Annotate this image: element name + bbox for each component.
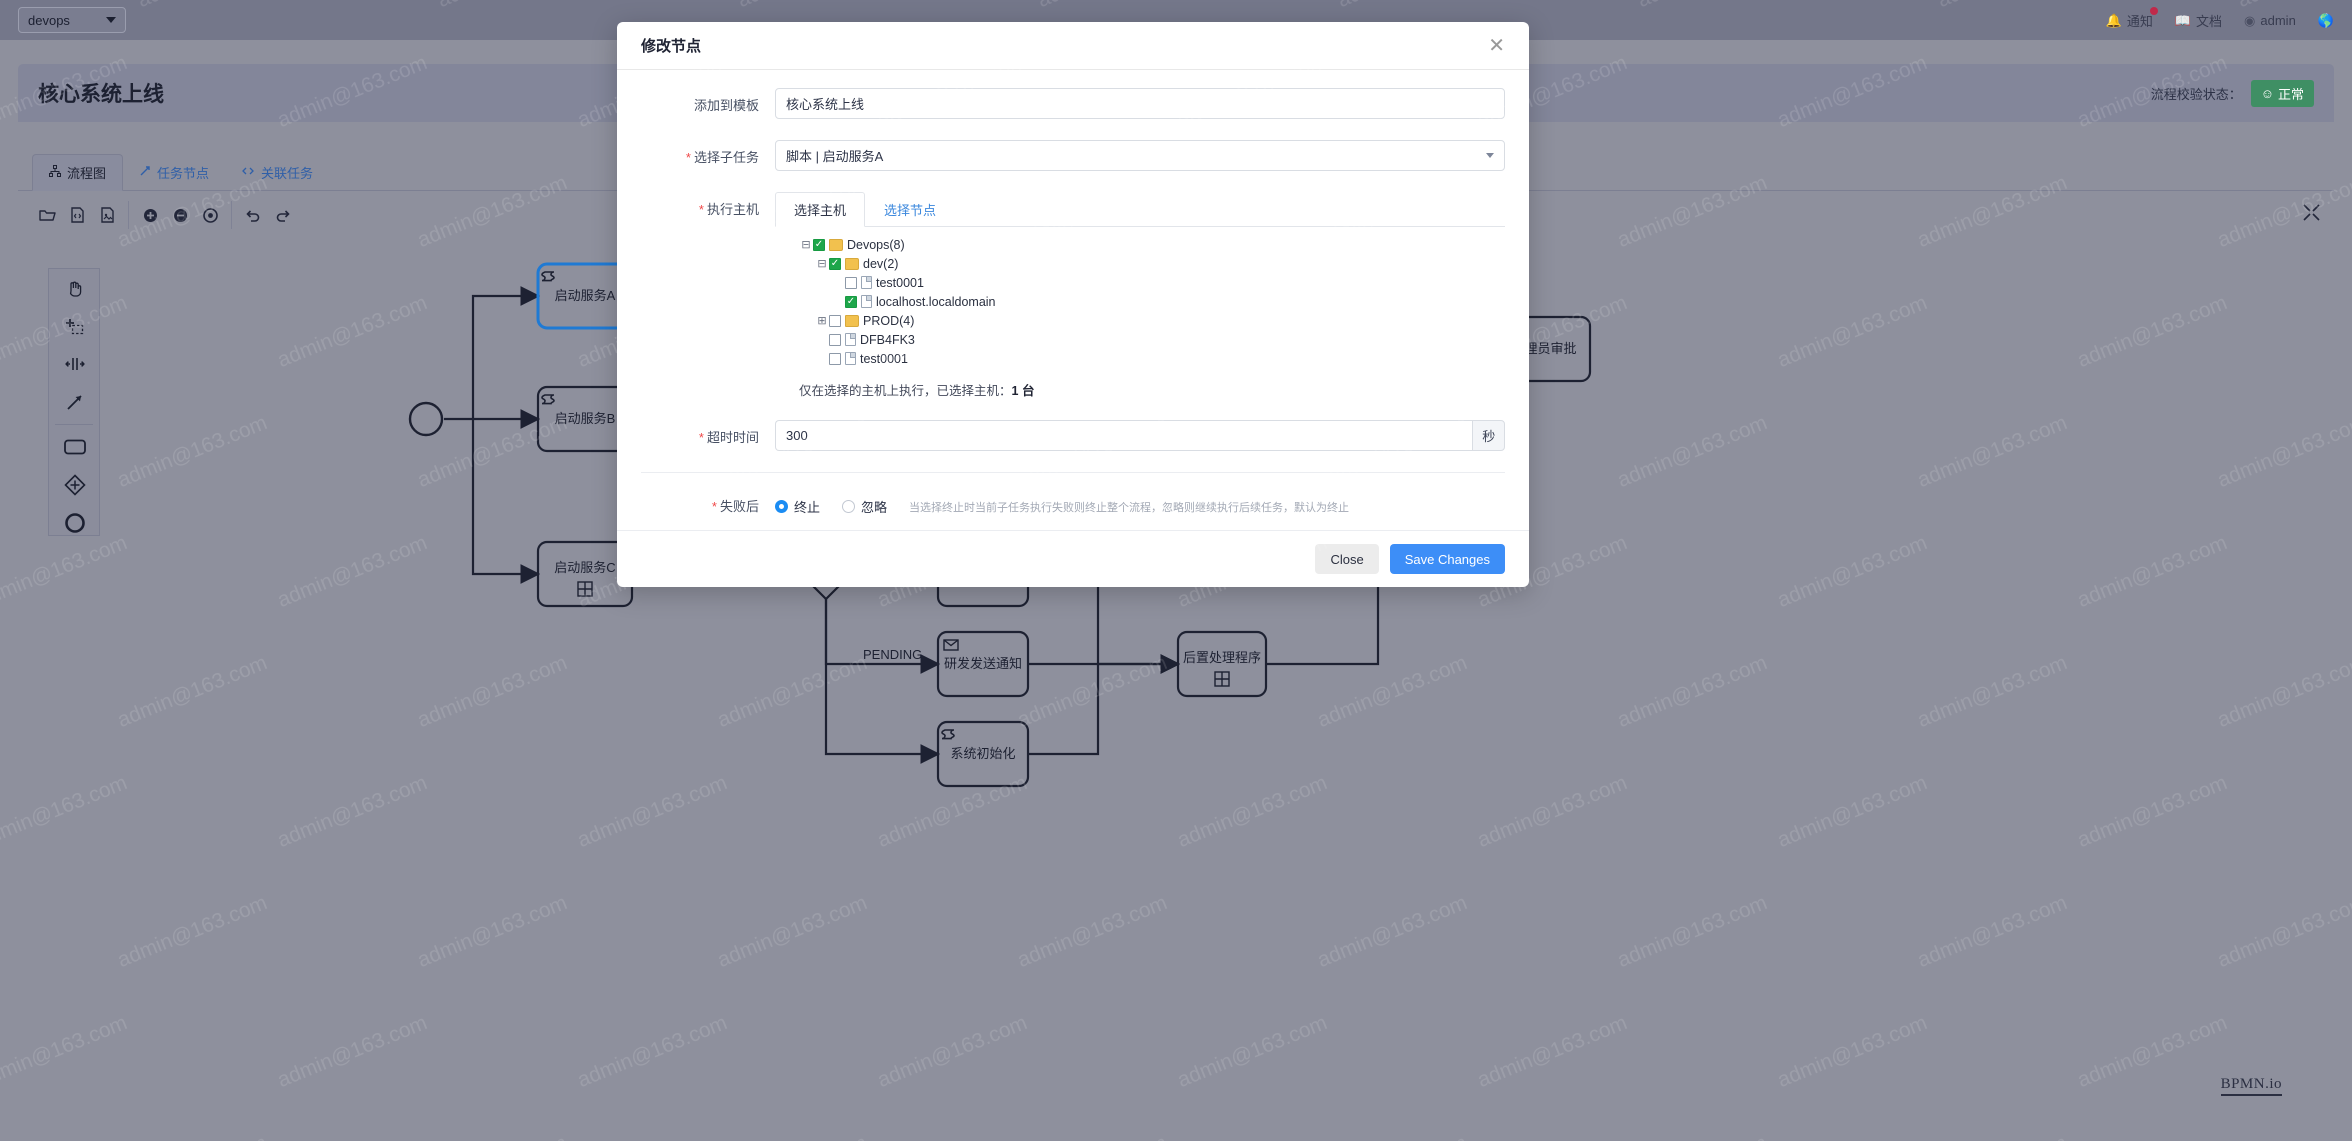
file-icon (845, 352, 856, 365)
timeout-input[interactable] (775, 420, 1472, 451)
tree-item[interactable]: DFB4FK3 (815, 332, 1505, 347)
file-icon (845, 333, 856, 346)
tree-item-label: PROD(4) (863, 314, 914, 328)
field-row-onfail: 失败后 终止 忽略 当选择终止时当前子任务执行失败则终止整个流程，忽略则 (617, 491, 1529, 516)
close-icon[interactable]: ✕ (1488, 36, 1505, 56)
host-note-count: 1 台 (1012, 384, 1035, 398)
subtask-select-value: 脚本 | 启动服务A (786, 146, 883, 165)
subtask-select[interactable]: 脚本 | 启动服务A (775, 140, 1505, 171)
application-root: devops 🔔 通知 📖 文档 ◉ admin 🌎 核心系统上线 (0, 0, 2352, 1141)
dialog-header: 修改节点 ✕ (617, 22, 1529, 70)
folder-icon (845, 258, 859, 270)
radio-terminate-dot (775, 500, 788, 513)
chevron-down-icon (1486, 153, 1494, 158)
file-icon (861, 276, 872, 289)
modal-overlay: 修改节点 ✕ 添加到模板 选择子任务 脚本 | 启动服务A (0, 0, 2352, 1141)
radio-terminate-label: 终止 (794, 497, 820, 516)
tree-item[interactable]: test0001 (815, 351, 1505, 366)
collapse-icon[interactable]: ⊟ (799, 238, 813, 251)
field-row-timeout: 超时时间 秒 (617, 420, 1529, 451)
section-divider (641, 472, 1505, 473)
tree-item-label: dev(2) (863, 257, 898, 271)
tree-item[interactable]: localhost.localdomain (831, 294, 1505, 309)
tree-item-label: test0001 (860, 352, 908, 366)
collapse-icon[interactable]: ⊟ (815, 257, 829, 270)
tree-checkbox[interactable] (845, 277, 857, 289)
tree-item-label: Devops(8) (847, 238, 905, 252)
tree-checkbox[interactable] (829, 258, 841, 270)
dialog-title: 修改节点 (641, 35, 701, 56)
expand-icon[interactable]: ⊞ (815, 314, 829, 327)
host-tab-bar: 选择主机 选择节点 (775, 192, 1505, 227)
tab-select-host[interactable]: 选择主机 (775, 192, 865, 227)
template-label: 添加到模板 (617, 88, 775, 114)
onfail-help-text: 当选择终止时当前子任务执行失败则终止整个流程，忽略则继续执行后续任务，默认为终止 (909, 499, 1349, 515)
edit-node-dialog: 修改节点 ✕ 添加到模板 选择子任务 脚本 | 启动服务A (617, 22, 1529, 587)
timeout-label: 超时时间 (617, 420, 775, 446)
onfail-label: 失败后 (617, 491, 775, 515)
tree-item[interactable]: ⊟ Devops(8) (799, 237, 1505, 252)
timeout-unit: 秒 (1472, 420, 1505, 451)
tree-checkbox[interactable] (829, 353, 841, 365)
field-row-template: 添加到模板 (617, 88, 1529, 119)
radio-ignore-dot (842, 500, 855, 513)
tree-checkbox[interactable] (829, 334, 841, 346)
tree-checkbox[interactable] (813, 239, 825, 251)
host-label: 执行主机 (617, 192, 775, 218)
subtask-label: 选择子任务 (617, 140, 775, 166)
file-icon (861, 295, 872, 308)
folder-icon (829, 239, 843, 251)
tree-item-label: DFB4FK3 (860, 333, 915, 347)
field-row-host: 执行主机 选择主机 选择节点 ⊟ Devops(8) ⊟ dev(2) test0001… (617, 192, 1529, 399)
dialog-footer: Close Save Changes (617, 530, 1529, 587)
radio-terminate[interactable]: 终止 (775, 497, 820, 516)
tree-item[interactable]: ⊞ PROD(4) (815, 313, 1505, 328)
host-tree[interactable]: ⊟ Devops(8) ⊟ dev(2) test0001 localhost.local… (775, 227, 1505, 374)
radio-ignore-label: 忽略 (861, 497, 887, 516)
host-selection-note: 仅在选择的主机上执行，已选择主机：1 台 (775, 374, 1505, 399)
radio-ignore[interactable]: 忽略 (842, 497, 887, 516)
close-button[interactable]: Close (1315, 544, 1378, 574)
tree-checkbox[interactable] (829, 315, 841, 327)
tree-item[interactable]: test0001 (831, 275, 1505, 290)
host-note-prefix: 仅在选择的主机上执行，已选择主机： (799, 384, 1012, 398)
dialog-body: 添加到模板 选择子任务 脚本 | 启动服务A 执行主机 (617, 70, 1529, 530)
tree-item-label: localhost.localdomain (876, 295, 996, 309)
tree-item[interactable]: ⊟ dev(2) (815, 256, 1505, 271)
tree-checkbox[interactable] (845, 296, 857, 308)
folder-icon (845, 315, 859, 327)
field-row-subtask: 选择子任务 脚本 | 启动服务A (617, 140, 1529, 171)
save-changes-button[interactable]: Save Changes (1390, 544, 1505, 574)
tree-item-label: test0001 (876, 276, 924, 290)
tab-select-node[interactable]: 选择节点 (865, 192, 955, 227)
template-input[interactable] (775, 88, 1505, 119)
